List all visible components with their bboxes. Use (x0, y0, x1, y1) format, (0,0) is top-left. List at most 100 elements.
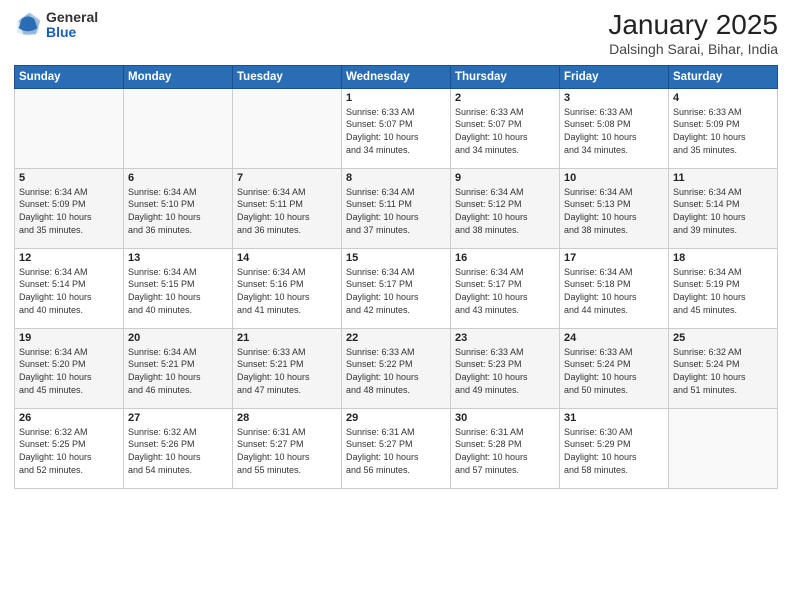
logo-general-text: General (46, 10, 98, 25)
table-row: 22Sunrise: 6:33 AM Sunset: 5:22 PM Dayli… (342, 328, 451, 408)
table-row: 27 Sunrise: 6:32 AM Sunset: 5:26 PM Dayli… (124, 408, 233, 488)
calendar-week-row: 12Sunrise: 6:34 AM Sunset: 5:14 PM Dayli… (15, 248, 778, 328)
table-row (15, 88, 124, 168)
header: General Blue January 2025 Dalsingh Sarai… (14, 10, 778, 57)
table-row: 21 Sunrise: 6:33 AM Sunset: 5:21 PM Dayli… (233, 328, 342, 408)
day-info: Sunrise: 6:34 AM Sunset: 5:13 PM Dayligh… (564, 186, 664, 236)
day-number: 12 (19, 252, 119, 264)
day-info: Sunrise: 6:34 AM Sunset: 5:18 PM Dayligh… (564, 266, 664, 316)
day-info: Sunrise: 6:33 AM Sunset: 5:09 PM Dayligh… (673, 106, 773, 156)
day-info: Sunrise: 6:31 AM Sunset: 5:27 PM Dayligh… (346, 426, 446, 476)
table-row: 20Sunrise: 6:34 AM Sunset: 5:21 PM Dayli… (124, 328, 233, 408)
table-row (124, 88, 233, 168)
month-title: January 2025 (608, 10, 778, 41)
calendar-week-row: 1 Sunrise: 6:33 AM Sunset: 5:07 PM Daylig… (15, 88, 778, 168)
location-title: Dalsingh Sarai, Bihar, India (608, 41, 778, 57)
day-number: 31 (564, 412, 664, 424)
table-row: 7 Sunrise: 6:34 AM Sunset: 5:11 PM Daylig… (233, 168, 342, 248)
table-row: 8 Sunrise: 6:34 AM Sunset: 5:11 PM Daylig… (342, 168, 451, 248)
day-number: 13 (128, 252, 228, 264)
day-info: Sunrise: 6:32 AM Sunset: 5:26 PM Dayligh… (128, 426, 228, 476)
day-number: 9 (455, 172, 555, 184)
calendar-header-row: Sunday Monday Tuesday Wednesday Thursday… (15, 65, 778, 88)
day-info: Sunrise: 6:33 AM Sunset: 5:07 PM Dayligh… (455, 106, 555, 156)
day-number: 11 (673, 172, 773, 184)
day-number: 30 (455, 412, 555, 424)
day-number: 27 (128, 412, 228, 424)
day-info: Sunrise: 6:31 AM Sunset: 5:27 PM Dayligh… (237, 426, 337, 476)
table-row: 26 Sunrise: 6:32 AM Sunset: 5:25 PM Dayli… (15, 408, 124, 488)
table-row: 2 Sunrise: 6:33 AM Sunset: 5:07 PM Daylig… (451, 88, 560, 168)
day-number: 21 (237, 332, 337, 344)
day-info: Sunrise: 6:33 AM Sunset: 5:22 PM Dayligh… (346, 346, 446, 396)
table-row: 25 Sunrise: 6:32 AM Sunset: 5:24 PM Dayli… (669, 328, 778, 408)
day-number: 8 (346, 172, 446, 184)
day-info: Sunrise: 6:33 AM Sunset: 5:23 PM Dayligh… (455, 346, 555, 396)
table-row: 24Sunrise: 6:33 AM Sunset: 5:24 PM Dayli… (560, 328, 669, 408)
day-info: Sunrise: 6:34 AM Sunset: 5:11 PM Dayligh… (237, 186, 337, 236)
day-info: Sunrise: 6:30 AM Sunset: 5:29 PM Dayligh… (564, 426, 664, 476)
day-info: Sunrise: 6:32 AM Sunset: 5:24 PM Dayligh… (673, 346, 773, 396)
table-row: 30 Sunrise: 6:31 AM Sunset: 5:28 PM Dayli… (451, 408, 560, 488)
day-info: Sunrise: 6:32 AM Sunset: 5:25 PM Dayligh… (19, 426, 119, 476)
day-info: Sunrise: 6:34 AM Sunset: 5:17 PM Dayligh… (346, 266, 446, 316)
logo-text: General Blue (46, 10, 98, 41)
col-monday: Monday (124, 65, 233, 88)
table-row (669, 408, 778, 488)
day-info: Sunrise: 6:33 AM Sunset: 5:21 PM Dayligh… (237, 346, 337, 396)
col-sunday: Sunday (15, 65, 124, 88)
day-info: Sunrise: 6:34 AM Sunset: 5:16 PM Dayligh… (237, 266, 337, 316)
table-row: 14Sunrise: 6:34 AM Sunset: 5:16 PM Dayli… (233, 248, 342, 328)
day-number: 26 (19, 412, 119, 424)
table-row: 5Sunrise: 6:34 AM Sunset: 5:09 PM Daylig… (15, 168, 124, 248)
day-info: Sunrise: 6:34 AM Sunset: 5:19 PM Dayligh… (673, 266, 773, 316)
col-thursday: Thursday (451, 65, 560, 88)
day-info: Sunrise: 6:34 AM Sunset: 5:20 PM Dayligh… (19, 346, 119, 396)
page: General Blue January 2025 Dalsingh Sarai… (0, 0, 792, 612)
calendar-week-row: 5Sunrise: 6:34 AM Sunset: 5:09 PM Daylig… (15, 168, 778, 248)
day-number: 1 (346, 92, 446, 104)
day-info: Sunrise: 6:34 AM Sunset: 5:14 PM Dayligh… (673, 186, 773, 236)
table-row: 15 Sunrise: 6:34 AM Sunset: 5:17 PM Dayli… (342, 248, 451, 328)
col-wednesday: Wednesday (342, 65, 451, 88)
day-info: Sunrise: 6:31 AM Sunset: 5:28 PM Dayligh… (455, 426, 555, 476)
day-info: Sunrise: 6:34 AM Sunset: 5:12 PM Dayligh… (455, 186, 555, 236)
table-row: 23 Sunrise: 6:33 AM Sunset: 5:23 PM Dayli… (451, 328, 560, 408)
day-number: 19 (19, 332, 119, 344)
table-row: 29 Sunrise: 6:31 AM Sunset: 5:27 PM Dayli… (342, 408, 451, 488)
table-row: 19 Sunrise: 6:34 AM Sunset: 5:20 PM Dayli… (15, 328, 124, 408)
table-row: 1 Sunrise: 6:33 AM Sunset: 5:07 PM Daylig… (342, 88, 451, 168)
day-number: 7 (237, 172, 337, 184)
day-number: 29 (346, 412, 446, 424)
day-info: Sunrise: 6:34 AM Sunset: 5:11 PM Dayligh… (346, 186, 446, 236)
table-row: 17 Sunrise: 6:34 AM Sunset: 5:18 PM Dayli… (560, 248, 669, 328)
col-friday: Friday (560, 65, 669, 88)
table-row (233, 88, 342, 168)
day-number: 23 (455, 332, 555, 344)
table-row: 4 Sunrise: 6:33 AM Sunset: 5:09 PM Daylig… (669, 88, 778, 168)
day-number: 18 (673, 252, 773, 264)
calendar-week-row: 19 Sunrise: 6:34 AM Sunset: 5:20 PM Dayli… (15, 328, 778, 408)
col-tuesday: Tuesday (233, 65, 342, 88)
day-info: Sunrise: 6:34 AM Sunset: 5:21 PM Dayligh… (128, 346, 228, 396)
day-number: 3 (564, 92, 664, 104)
day-number: 4 (673, 92, 773, 104)
table-row: 6Sunrise: 6:34 AM Sunset: 5:10 PM Daylig… (124, 168, 233, 248)
day-info: Sunrise: 6:33 AM Sunset: 5:08 PM Dayligh… (564, 106, 664, 156)
day-info: Sunrise: 6:33 AM Sunset: 5:24 PM Dayligh… (564, 346, 664, 396)
table-row: 31 Sunrise: 6:30 AM Sunset: 5:29 PM Dayli… (560, 408, 669, 488)
day-number: 25 (673, 332, 773, 344)
day-info: Sunrise: 6:34 AM Sunset: 5:15 PM Dayligh… (128, 266, 228, 316)
table-row: 11 Sunrise: 6:34 AM Sunset: 5:14 PM Dayli… (669, 168, 778, 248)
table-row: 12Sunrise: 6:34 AM Sunset: 5:14 PM Dayli… (15, 248, 124, 328)
day-info: Sunrise: 6:34 AM Sunset: 5:17 PM Dayligh… (455, 266, 555, 316)
day-number: 6 (128, 172, 228, 184)
table-row: 16Sunrise: 6:34 AM Sunset: 5:17 PM Dayli… (451, 248, 560, 328)
day-number: 2 (455, 92, 555, 104)
day-info: Sunrise: 6:33 AM Sunset: 5:07 PM Dayligh… (346, 106, 446, 156)
day-number: 15 (346, 252, 446, 264)
table-row: 10Sunrise: 6:34 AM Sunset: 5:13 PM Dayli… (560, 168, 669, 248)
day-number: 17 (564, 252, 664, 264)
table-row: 13 Sunrise: 6:34 AM Sunset: 5:15 PM Dayli… (124, 248, 233, 328)
col-saturday: Saturday (669, 65, 778, 88)
